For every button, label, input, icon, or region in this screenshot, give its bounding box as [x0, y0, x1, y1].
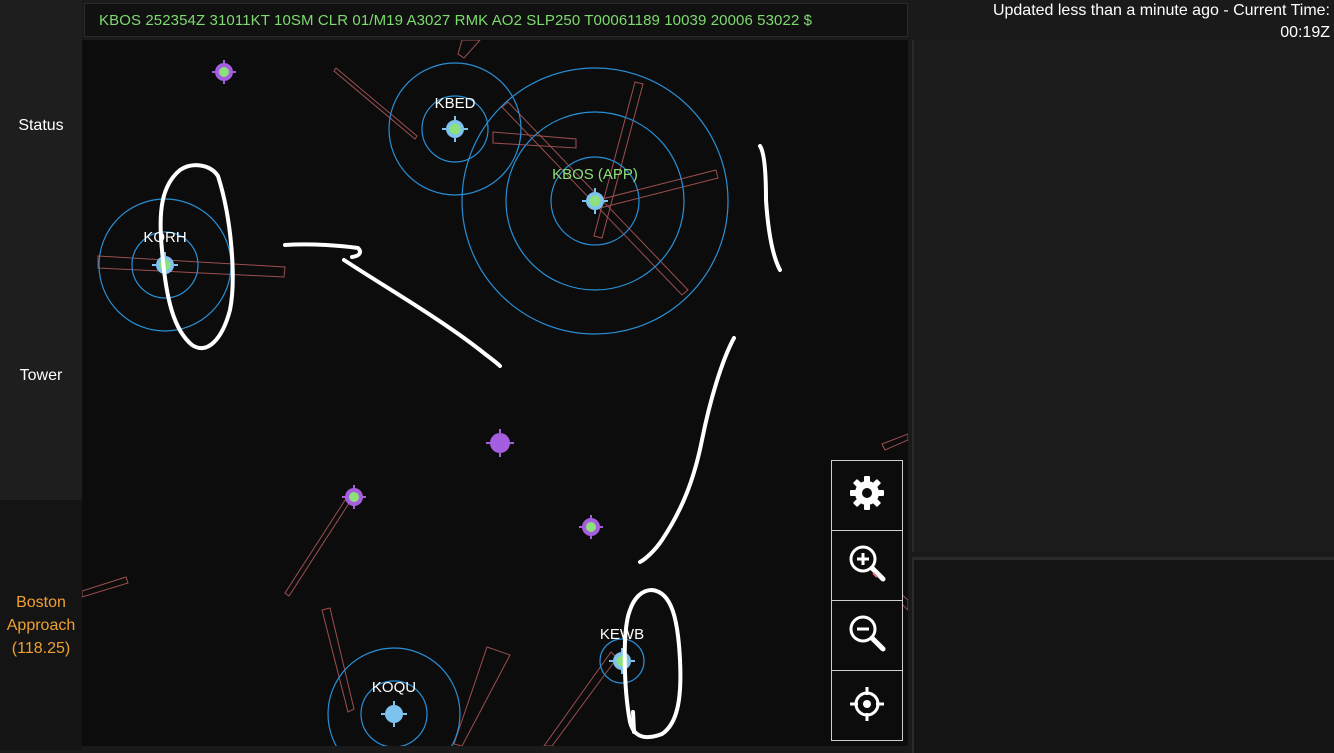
airport-marker-unlabeled [342, 485, 366, 509]
airport-label-kbed: KBED [435, 95, 476, 112]
zoom-in-button[interactable] [832, 531, 902, 601]
airport-label-koqu: KOQU [372, 679, 416, 696]
airport-marker-unlabeled [579, 515, 603, 539]
sidebar: Status Tower Boston Approach (118.25) [0, 0, 82, 750]
airport-marker-kewb[interactable] [609, 648, 635, 674]
metar-text: KBOS 252354Z 31011KT 10SM CLR 01/M19 A30… [99, 11, 813, 29]
update-status: Updated less than a minute ago - Current… [910, 0, 1330, 44]
info-panel-bottom [912, 557, 1334, 753]
sidebar-item-tower[interactable]: Tower [0, 250, 82, 500]
zoom-out-icon [847, 613, 887, 658]
airport-label-kewb: KEWB [600, 626, 644, 643]
airport-marker-unlabeled [212, 60, 236, 84]
gear-icon [849, 475, 885, 516]
hand-drawn-annotations [158, 144, 782, 740]
zoom-in-icon [847, 543, 887, 588]
update-status-line1: Updated less than a minute ago - Current… [992, 2, 1330, 19]
sidebar-item-boston-approach[interactable]: Boston Approach (118.25) [0, 500, 82, 750]
runways [82, 40, 908, 746]
recenter-button[interactable] [832, 671, 902, 741]
airport-label-kbos: KBOS (APP) [552, 166, 638, 183]
info-panel-top [912, 40, 1334, 552]
airport-marker-unlabeled [486, 429, 514, 457]
map-controls [831, 460, 903, 741]
airport-marker-koqu[interactable] [381, 701, 407, 727]
settings-button[interactable] [832, 461, 902, 531]
airport-marker-kbos[interactable] [582, 188, 608, 214]
crosshair-icon [848, 685, 886, 728]
metar-bar: KBOS 252354Z 31011KT 10SM CLR 01/M19 A30… [84, 3, 908, 37]
sidebar-item-status[interactable]: Status [0, 0, 82, 250]
airport-labels: KBED KBOS (APP) KORH KEWB KOQU [143, 95, 644, 696]
airport-label-korh: KORH [143, 229, 186, 246]
airspace-map[interactable]: KBED KBOS (APP) KORH KEWB KOQU [82, 40, 908, 746]
airport-marker-kbed[interactable] [442, 116, 468, 142]
zoom-out-button[interactable] [832, 601, 902, 671]
